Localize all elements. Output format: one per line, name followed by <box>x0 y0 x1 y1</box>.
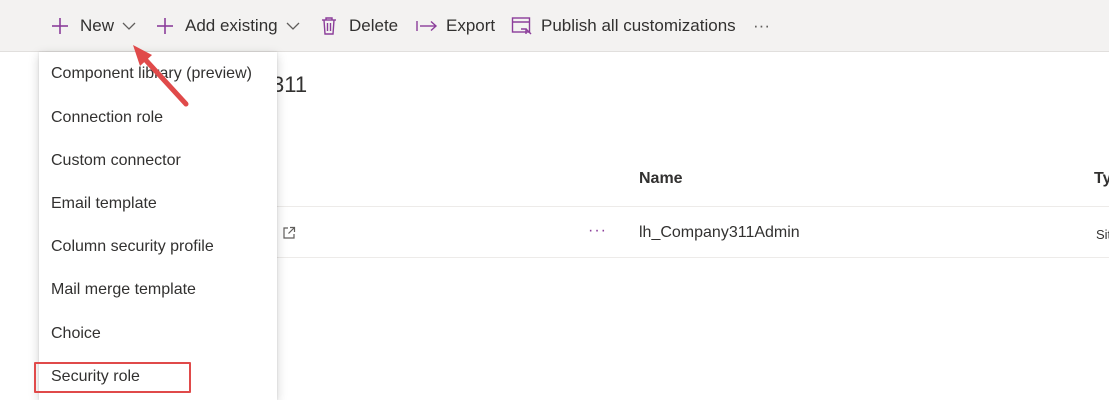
plus-icon <box>155 16 175 36</box>
menu-item-connection-role[interactable]: Connection role <box>39 96 277 139</box>
delete-button[interactable]: Delete <box>320 0 398 52</box>
new-dropdown-menu: Component library (preview) Connection r… <box>39 52 277 400</box>
chevron-down-icon <box>286 21 300 31</box>
row-name-cell[interactable]: lh_Company311Admin <box>639 224 800 242</box>
menu-item-choice[interactable]: Choice <box>39 312 277 355</box>
column-header-name[interactable]: Name <box>639 170 683 188</box>
trash-icon <box>320 16 338 36</box>
delete-button-label: Delete <box>349 16 399 35</box>
ellipsis-icon: ··· <box>753 16 770 35</box>
column-header-type[interactable]: Ty <box>1094 170 1109 188</box>
plus-icon <box>50 16 70 36</box>
command-bar: New Add existing Delete Export Publish a… <box>0 0 1109 52</box>
menu-item-custom-connector[interactable]: Custom connector <box>39 139 277 182</box>
security-role-highlight <box>34 362 191 393</box>
publish-all-button[interactable]: Publish all customizations <box>511 0 736 52</box>
publish-icon <box>511 16 533 36</box>
row-more-button[interactable]: ··· <box>588 222 607 240</box>
header-divider <box>272 206 1109 207</box>
chevron-down-icon <box>122 21 136 31</box>
external-link-icon[interactable] <box>282 226 296 245</box>
export-button[interactable]: Export <box>416 0 495 52</box>
menu-item-mail-merge-template[interactable]: Mail merge template <box>39 268 277 311</box>
new-button[interactable]: New <box>50 0 136 52</box>
add-existing-button-label: Add existing <box>185 16 278 35</box>
page-title: 311 <box>272 72 308 97</box>
export-arrow-icon <box>416 19 438 33</box>
menu-item-component-library[interactable]: Component library (preview) <box>39 52 277 95</box>
add-existing-button[interactable]: Add existing <box>155 0 300 52</box>
menu-item-column-security-profile[interactable]: Column security profile <box>39 225 277 268</box>
row-divider <box>272 257 1109 258</box>
publish-all-button-label: Publish all customizations <box>541 16 736 35</box>
more-commands-button[interactable]: ··· <box>753 0 770 52</box>
row-type-cell: Sit <box>1096 227 1109 242</box>
new-button-label: New <box>80 16 115 35</box>
export-button-label: Export <box>446 16 496 35</box>
menu-item-email-template[interactable]: Email template <box>39 182 277 225</box>
